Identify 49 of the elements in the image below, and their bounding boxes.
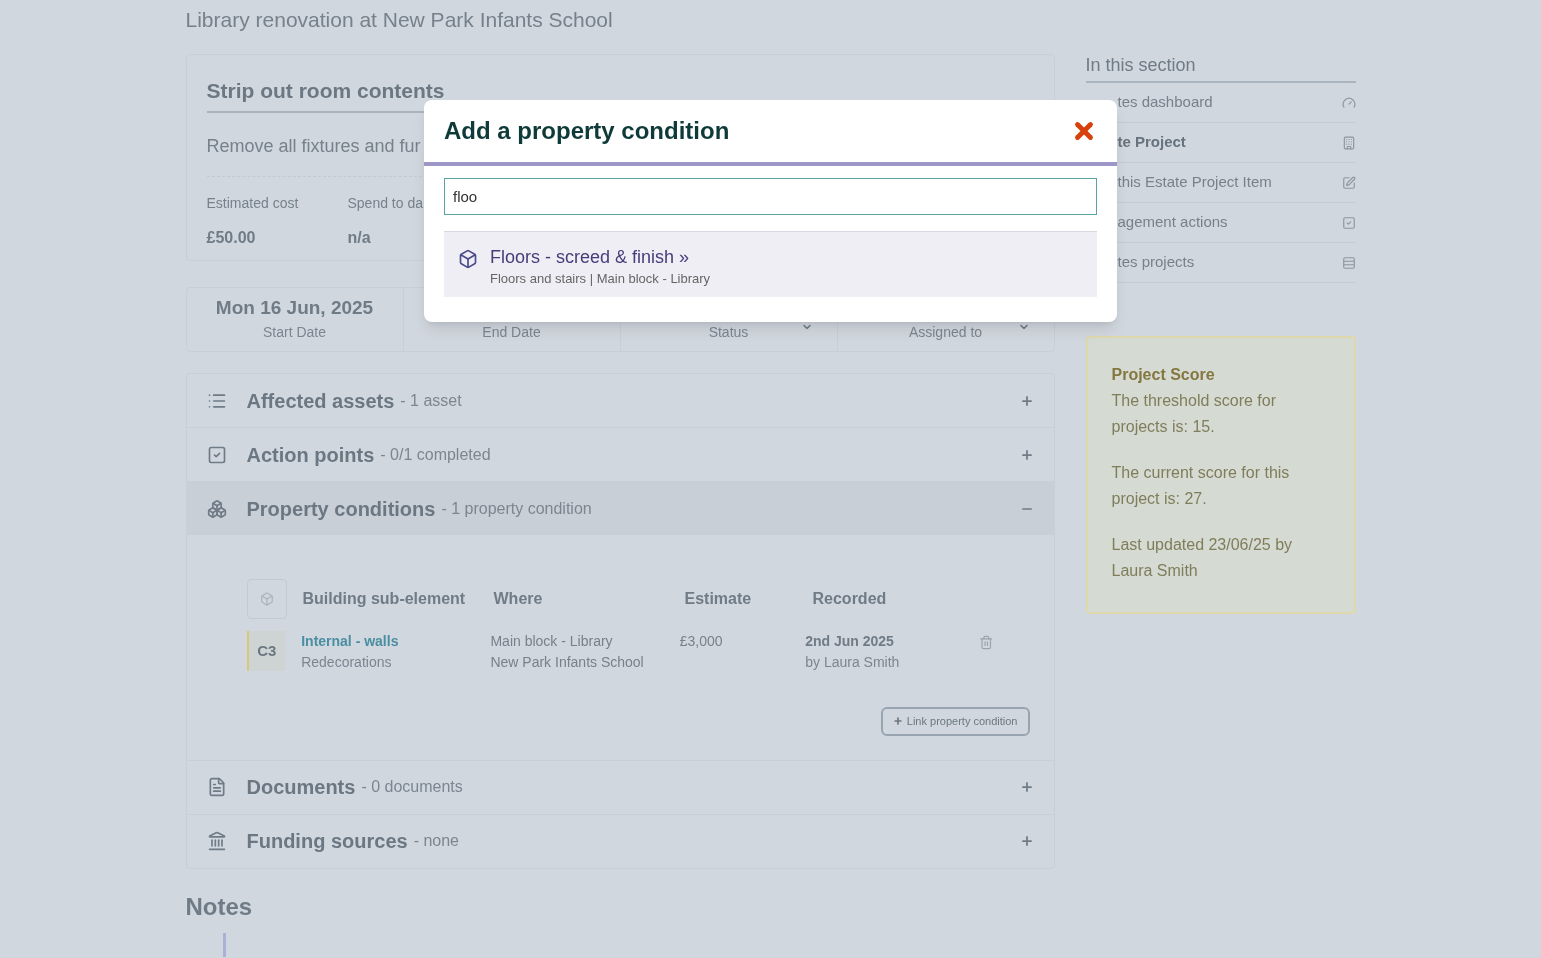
recorded-by: by Laura Smith: [805, 653, 901, 672]
stat-value: £50.00: [206, 227, 257, 248]
element-link[interactable]: Internal - walls: [301, 631, 491, 652]
section-title: Affected assets: [246, 388, 395, 414]
field-label: Start Date: [263, 323, 326, 342]
section-title: Action points: [246, 442, 375, 468]
accordion-header[interactable]: Documents - 0 documents: [186, 760, 1054, 814]
score-text: The current score for this project is: 27.: [1111, 463, 1291, 509]
estimate-cell-text: £3,000: [679, 632, 724, 651]
site-text: New Park Infants School: [490, 653, 645, 672]
stat-label: Spend to da: [347, 193, 424, 213]
section-summary: - 0 documents: [361, 777, 463, 797]
sidebar-heading: In this section: [1085, 52, 1356, 83]
page-title: Library renovation at New Park Infants School: [185, 7, 614, 33]
field-label: Assigned to: [908, 323, 983, 342]
search-field[interactable]: floo: [444, 178, 1097, 215]
result-item[interactable]: Floors - screed & finish » Floors and stairs | Main block - Library: [444, 232, 1097, 297]
score-title: Project Score: [1111, 365, 1216, 385]
score-text: Last updated 23/06/25 by Laura Smith: [1111, 535, 1294, 581]
column-header: Where: [493, 589, 544, 609]
section-summary: - 1 asset: [400, 390, 462, 411]
section-summary: - none: [413, 831, 459, 851]
column-header: Estimate: [684, 589, 753, 609]
recorded-date: 2nd Jun 2025: [805, 632, 895, 651]
section-title: Funding sources: [246, 829, 408, 854]
field-label: Status: [708, 323, 749, 342]
section-title: Property conditions: [246, 496, 436, 522]
accordion-header[interactable]: Funding sources - none: [186, 814, 1054, 868]
section-title: Documents: [246, 775, 356, 800]
location-text: Main block - Library: [490, 632, 614, 651]
section-summary: - 0/1 completed: [380, 444, 491, 465]
element-detail: Redecorations: [301, 653, 393, 672]
result-title: Floors - screed & finish »: [490, 247, 691, 267]
column-header: Building sub-element: [302, 589, 467, 609]
section-summary: - 1 property condition: [441, 498, 592, 519]
accordion-header[interactable]: Affected assets - 1 asset: [186, 374, 1054, 427]
accordion-header[interactable]: Property conditions - 1 property condition: [186, 482, 1054, 535]
link-property-condition-button[interactable]: Link property condition: [880, 707, 1030, 736]
result-subtitle: Floors and stairs | Main block - Library: [490, 270, 711, 288]
accordion-header[interactable]: Action points - 0/1 completed: [186, 428, 1054, 481]
field-label: End Date: [482, 323, 541, 342]
notes-heading: Notes: [185, 891, 254, 922]
score-text: The threshold score for projects is: 15.: [1111, 391, 1278, 437]
column-header: Recorded: [812, 589, 888, 609]
grade-badge: C3: [246, 631, 286, 671]
modal-title: Add a property condition: [444, 116, 730, 146]
stat-value: n/a: [347, 227, 372, 248]
date-value[interactable]: Mon 16 Jun, 2025: [215, 293, 374, 322]
stat-label: Estimated cost: [206, 193, 300, 213]
